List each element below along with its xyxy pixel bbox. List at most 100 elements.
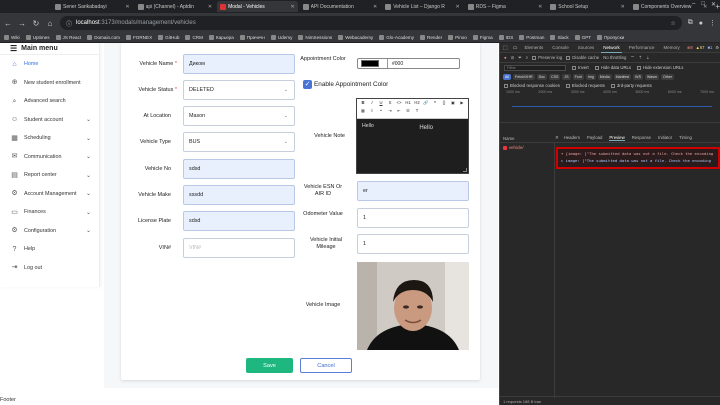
type-filter-css[interactable]: CSS xyxy=(548,73,561,80)
devtools-tab-network[interactable]: Network xyxy=(601,43,622,53)
response-preview[interactable]: ▾ {image: ["The submitted data was not a… xyxy=(556,147,720,169)
bookmark-item[interactable]: Webacademy xyxy=(338,35,373,40)
chevron-down-icon[interactable]: ⌄ xyxy=(86,190,91,197)
browser-tab[interactable]: api (Channel) - Aptdin ✕ xyxy=(135,1,216,12)
home-nav-icon[interactable]: ⌂ xyxy=(46,19,54,28)
code-icon[interactable]: <> xyxy=(396,100,402,106)
inspect-icon[interactable]: ⬚ xyxy=(503,45,508,51)
vehicle-name-input[interactable]: Диком xyxy=(183,54,295,74)
initial-mileage-input[interactable]: 1 xyxy=(357,234,469,254)
h2-icon[interactable]: H2 xyxy=(414,100,420,106)
bullet-list-icon[interactable]: • xyxy=(378,108,384,113)
info-badge-icon[interactable]: ■1 xyxy=(708,45,713,50)
chevron-down-icon[interactable]: ⌄ xyxy=(86,135,91,142)
type-filter-manifest[interactable]: Manifest xyxy=(613,73,632,80)
invert-checkbox[interactable]: Invert xyxy=(572,65,589,70)
sidebar-item-finances[interactable]: ▭ Finances ⌄ xyxy=(0,203,99,222)
sidebar-item-log-out[interactable]: ⇥ Log out xyxy=(0,259,99,278)
image-icon[interactable]: ▣ xyxy=(450,100,456,106)
link-icon[interactable]: 🔗 xyxy=(423,100,429,106)
quote-icon[interactable]: ❝ xyxy=(432,100,438,106)
type-filter-other[interactable]: Other xyxy=(661,73,675,80)
forward-icon[interactable]: → xyxy=(18,19,26,28)
blocked-cookies-checkbox[interactable]: Blocked response cookies xyxy=(504,83,560,88)
browser-tab-active[interactable]: Modal - Vehicles ✕ xyxy=(217,1,298,12)
filter-input[interactable]: Filter xyxy=(504,64,566,71)
detail-tab-payload[interactable]: Payload xyxy=(587,135,603,141)
detail-tab-response[interactable]: Response xyxy=(632,135,651,141)
type-filter-js[interactable]: JS xyxy=(562,73,571,80)
sidebar-item-scheduling[interactable]: ▦ Scheduling ⌄ xyxy=(0,129,99,148)
enable-appointment-color-checkbox[interactable]: ✓ xyxy=(303,80,312,89)
type-filter-doc[interactable]: Doc xyxy=(536,73,547,80)
chevron-down-icon[interactable]: ⌄ xyxy=(86,153,91,160)
device-icon[interactable]: ▭ xyxy=(513,45,518,51)
appointment-color-picker[interactable]: #000 xyxy=(357,58,460,69)
type-filter-ws[interactable]: WS xyxy=(633,73,643,80)
bookmark-item[interactable]: Domain.com xyxy=(87,35,120,40)
minimize-icon[interactable]: – xyxy=(692,1,695,8)
bookmark-item[interactable]: Wiki xyxy=(4,35,20,40)
settings-gear-icon[interactable]: ⚙ xyxy=(715,45,719,50)
bookmark-item[interactable]: JS React xyxy=(55,35,81,40)
vehicle-esn-input[interactable]: er xyxy=(357,181,469,201)
vehicle-image-preview[interactable] xyxy=(357,262,469,350)
devtools-tab-sources[interactable]: Sources xyxy=(576,43,597,53)
browser-tab[interactable]: RDS – Figma ✕ xyxy=(465,1,546,12)
bookmark-item[interactable]: Пропуски xyxy=(597,35,624,40)
bookmark-item[interactable]: Uptimes xyxy=(25,35,50,40)
bookmark-item[interactable]: Прачечн xyxy=(239,35,265,40)
type-filter-all[interactable]: All xyxy=(503,73,511,80)
vehicle-no-input[interactable]: sdsd xyxy=(183,159,295,179)
sidebar-item-advanced-search[interactable]: ⌕ Advanced search xyxy=(0,92,99,111)
clear-icon[interactable]: ⊘ xyxy=(511,55,515,61)
bookmark-item[interactable]: Render xyxy=(420,35,442,40)
resize-handle-icon[interactable] xyxy=(463,168,467,172)
bookmark-item[interactable]: Glo-Academy xyxy=(379,35,414,40)
new-tab-icon[interactable]: + xyxy=(715,2,720,11)
h1-icon[interactable]: H1 xyxy=(405,100,411,106)
italic-icon[interactable]: I xyxy=(369,100,375,106)
disable-cache-checkbox[interactable]: Disable cache xyxy=(566,55,599,60)
bookmark-item[interactable]: Pinoo xyxy=(448,35,467,40)
third-party-checkbox[interactable]: 3rd-party requests xyxy=(610,83,652,88)
detail-tab-initiator[interactable]: Initiator xyxy=(658,135,672,141)
close-icon[interactable]: ✕ xyxy=(290,4,294,10)
at-location-select[interactable]: Mason ⌄ xyxy=(183,106,295,126)
record-icon[interactable]: ● xyxy=(504,55,507,60)
request-row[interactable]: vehicle/ xyxy=(500,143,554,152)
error-icon[interactable]: ⊗8 xyxy=(687,45,693,50)
sidebar-item-help[interactable]: ? Help xyxy=(0,240,99,259)
maximize-icon[interactable]: □ xyxy=(701,1,705,8)
type-filter-font[interactable]: Font xyxy=(572,73,584,80)
underline-icon[interactable]: U xyxy=(378,100,384,106)
sidebar-item-configuration[interactable]: ⚙ Configuration ⌄ xyxy=(0,222,99,241)
preserve-log-checkbox[interactable]: Preserve log xyxy=(532,55,562,60)
enable-appointment-color-label[interactable]: Enable Appointment Color xyxy=(314,81,388,88)
devtools-tab-performance[interactable]: Performance xyxy=(627,43,657,53)
bookmark-item[interactable]: Карьера xyxy=(208,35,234,40)
bookmark-item[interactable]: IDS xyxy=(498,35,513,40)
browser-tab[interactable]: Vehicle List – Django R ✕ xyxy=(382,1,463,12)
vehicle-note-editor[interactable]: B I U S <> H1 H2 🔗 ❝ {} ▣ ▶ ▦ ≡ • ⇥ ⇤ ☰ … xyxy=(356,98,469,174)
preview-line[interactable]: ▸ image: ["The submitted data was not a … xyxy=(561,158,715,163)
cancel-button[interactable]: Cancel xyxy=(300,358,352,373)
close-icon[interactable]: ✕ xyxy=(621,4,625,10)
code-block-icon[interactable]: {} xyxy=(441,100,447,106)
color-hex-input[interactable]: #000 xyxy=(387,59,403,68)
close-detail-icon[interactable]: ✕ xyxy=(555,135,559,141)
back-icon[interactable]: ← xyxy=(4,19,12,28)
bookmark-item[interactable]: CRM xyxy=(185,35,203,40)
sidebar-item-account-management[interactable]: ⚙ Account Management ⌄ xyxy=(0,185,99,204)
name-column-header[interactable]: Name xyxy=(500,136,555,141)
hide-extension-urls-checkbox[interactable]: Hide extension URLs xyxy=(637,65,683,70)
bookmark-item[interactable]: Figma xyxy=(472,35,493,40)
detail-tab-headers[interactable]: Headers xyxy=(564,135,580,141)
type-filter-img[interactable]: Img xyxy=(585,73,596,80)
bookmark-item[interactable]: Postman xyxy=(519,35,544,40)
reload-icon[interactable]: ↻ xyxy=(32,19,40,28)
filter-icon[interactable]: ⏷ xyxy=(518,55,521,60)
network-timeline[interactable]: 1000 ms 2000 ms 3000 ms 4000 ms 5000 ms 6000 … xyxy=(500,90,720,123)
sidebar-item-student-account[interactable]: ☺ Student account ⌄ xyxy=(0,111,99,130)
chevron-down-icon[interactable]: ⌄ xyxy=(86,227,91,234)
